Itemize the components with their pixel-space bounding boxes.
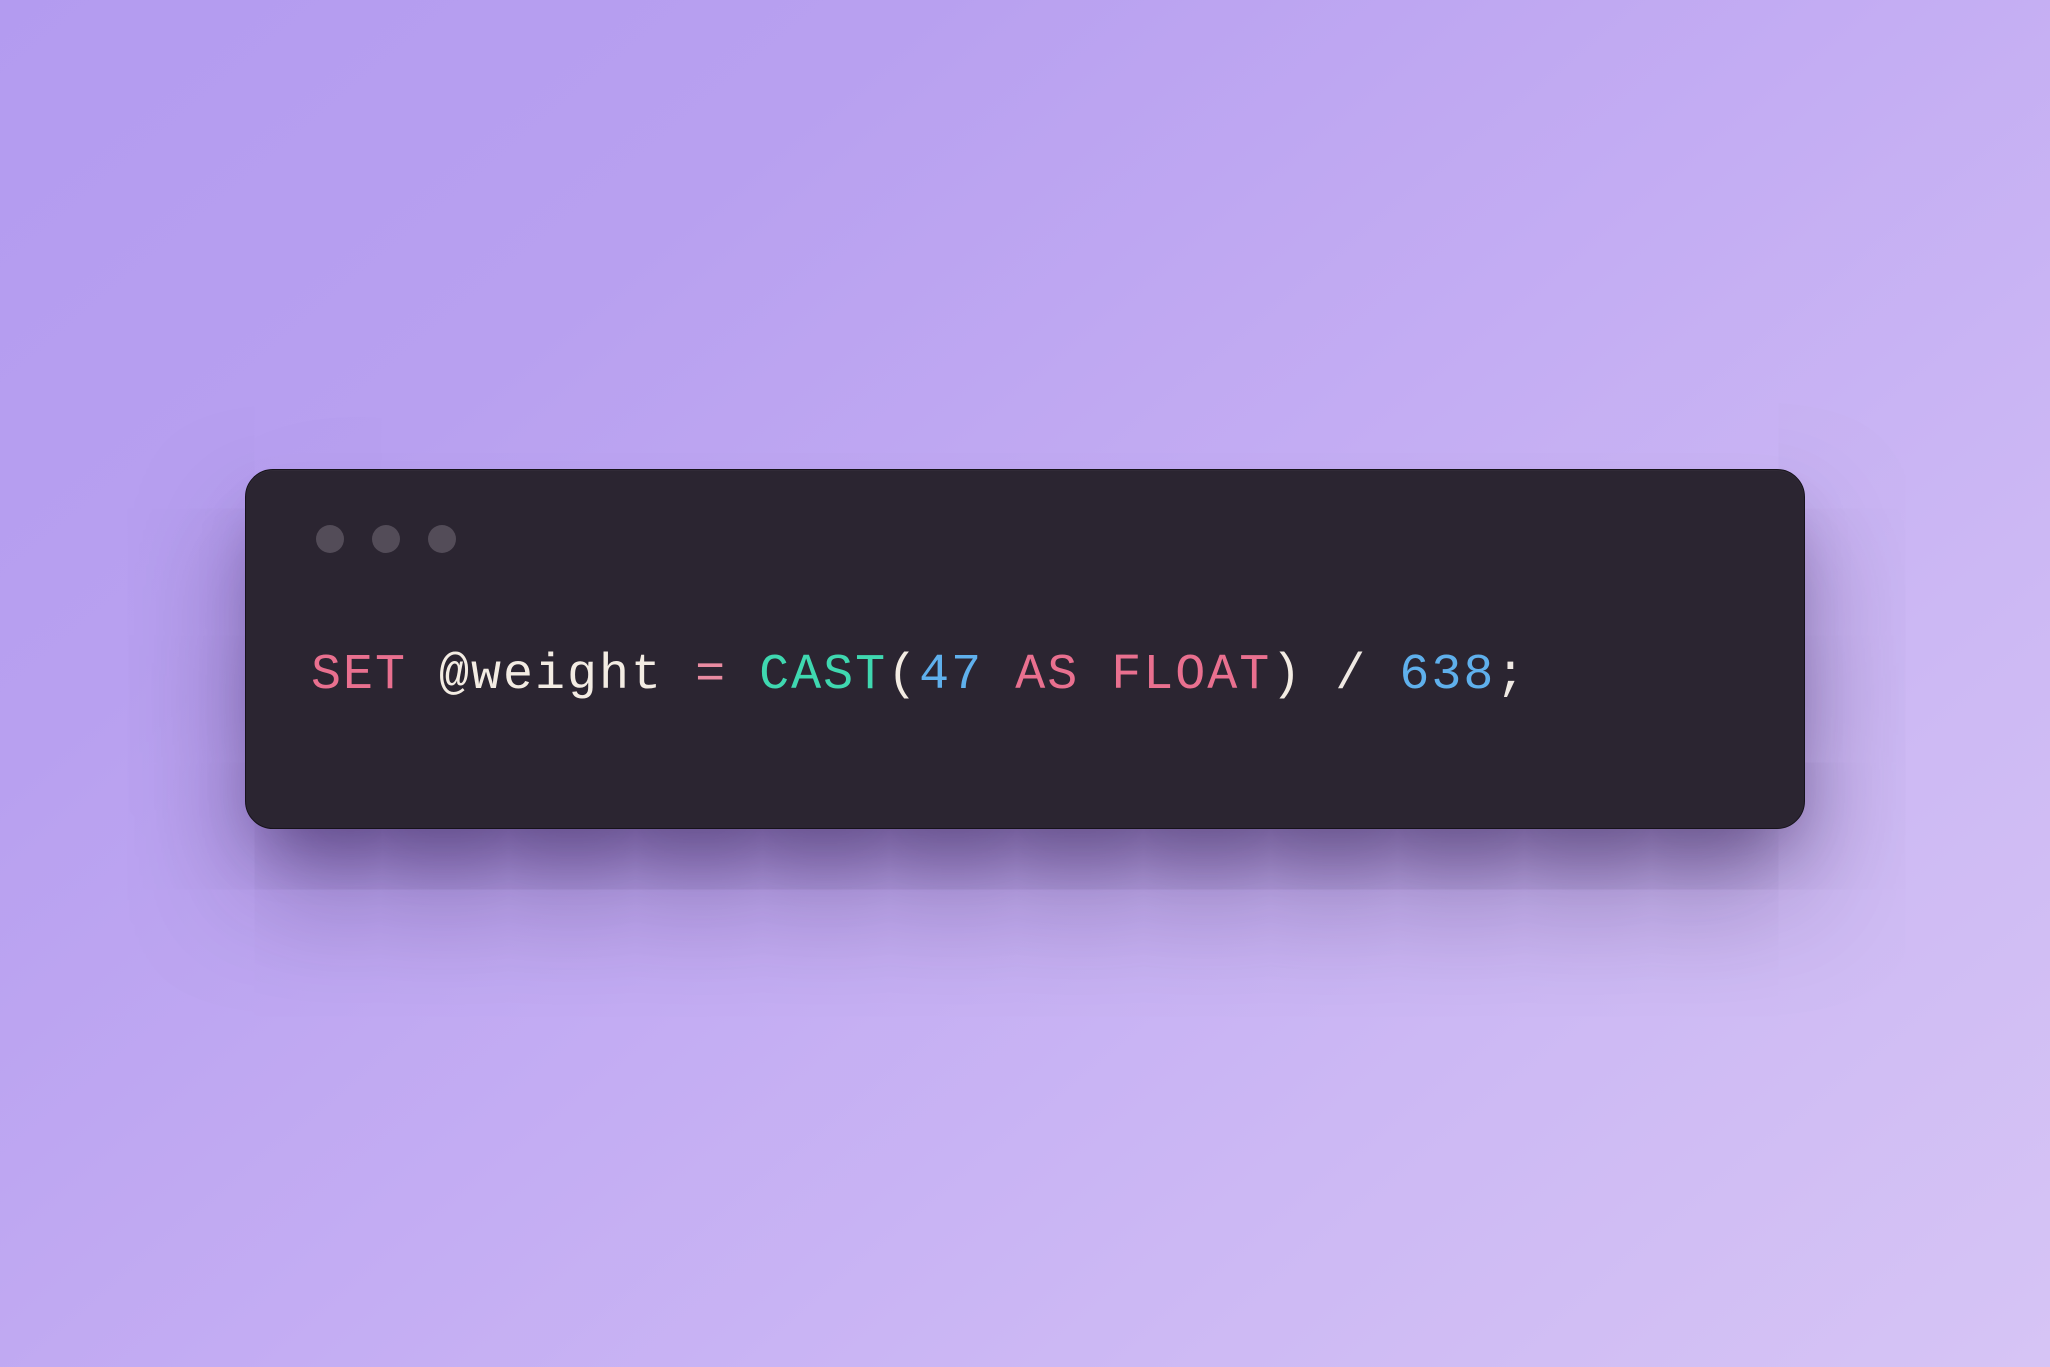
window-traffic-lights: [316, 525, 1744, 553]
token-keyword-set: SET: [311, 647, 407, 704]
token-paren-open: (: [887, 647, 919, 704]
token-variable-weight: @weight: [439, 647, 663, 704]
token-keyword-as: AS: [1015, 647, 1079, 704]
token-type-float: FLOAT: [1111, 647, 1271, 704]
window-close-dot[interactable]: [316, 525, 344, 553]
window-zoom-dot[interactable]: [428, 525, 456, 553]
token-number-638: 638: [1399, 647, 1495, 704]
token-space: [1303, 647, 1335, 704]
token-space: [1079, 647, 1111, 704]
token-space: [663, 647, 695, 704]
window-minimize-dot[interactable]: [372, 525, 400, 553]
token-paren-close: ): [1271, 647, 1303, 704]
token-operator-slash: /: [1335, 647, 1367, 704]
token-function-cast: CAST: [759, 647, 887, 704]
token-space: [407, 647, 439, 704]
token-number-47: 47: [919, 647, 983, 704]
token-semicolon: ;: [1495, 647, 1527, 704]
code-block: SET @weight = CAST(47 AS FLOAT) / 638;: [311, 643, 1744, 708]
token-operator-equals: =: [695, 647, 727, 704]
token-space: [727, 647, 759, 704]
code-window: SET @weight = CAST(47 AS FLOAT) / 638;: [245, 469, 1805, 829]
token-space: [983, 647, 1015, 704]
token-space: [1367, 647, 1399, 704]
